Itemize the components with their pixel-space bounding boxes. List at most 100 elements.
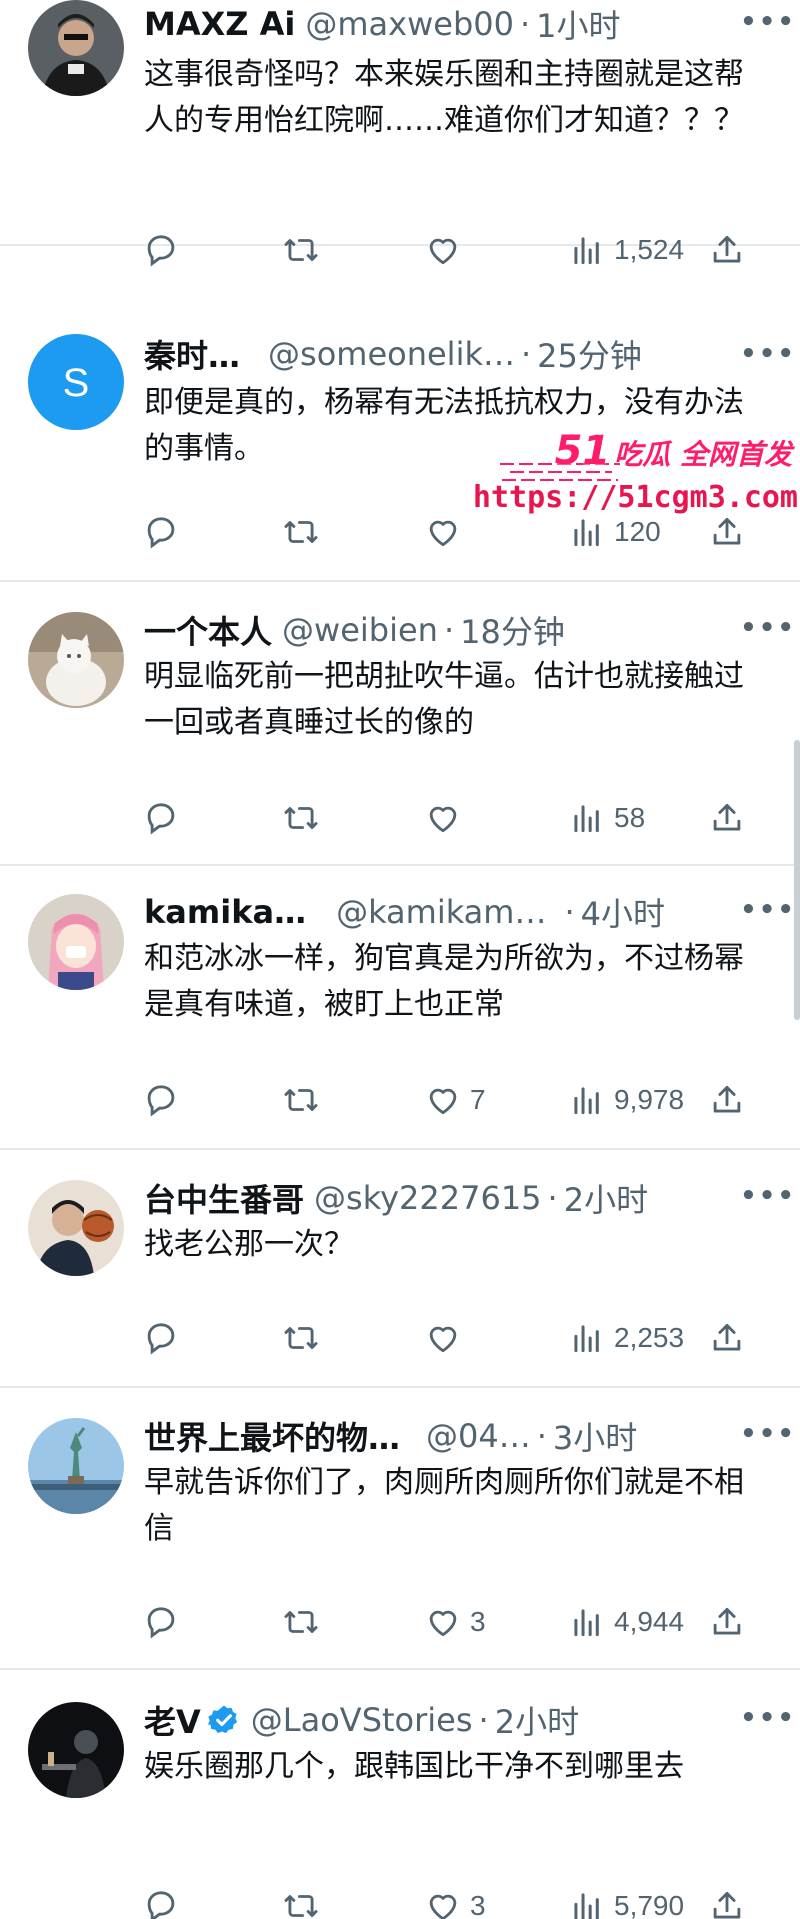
timestamp[interactable]: 2小时	[495, 1697, 579, 1743]
reply-button[interactable]	[142, 792, 180, 844]
views-button[interactable]: 4,944	[568, 1596, 684, 1648]
reply-button[interactable]	[142, 1596, 180, 1648]
avatar[interactable]	[28, 1180, 124, 1276]
display-name[interactable]: 台中生番哥	[144, 1175, 304, 1221]
more-icon[interactable]: •••	[740, 1696, 794, 1740]
views-button[interactable]: 2,253	[568, 1312, 684, 1364]
views-icon	[574, 805, 599, 833]
tweet[interactable]: kamika… @kamikam… · 4小时 ••• 和范冰冰一样，狗官真是为…	[0, 868, 800, 1150]
tweet-text: 早就告诉你们了，肉厕所肉厕所你们就是不相信	[144, 1465, 744, 1546]
share-button[interactable]	[708, 1596, 746, 1648]
more-icon[interactable]: •••	[740, 0, 794, 44]
display-name[interactable]: 老V	[144, 1697, 201, 1743]
retweet-button[interactable]	[282, 792, 320, 844]
retweet-button[interactable]	[282, 1074, 320, 1126]
avatar[interactable]	[28, 1702, 124, 1798]
display-name[interactable]: 秦时…	[144, 331, 240, 377]
timestamp[interactable]: 4小时	[581, 889, 665, 935]
tweet-header: MAXZ Ai @maxweb00 · 1小时	[144, 2, 780, 46]
tweet-feed-final: MAXZ Ai @maxweb00 · 1小时 ••• 这事很奇怪吗？本来娱乐圈…	[0, 0, 800, 1919]
tweet-text: 找老公那一次？	[144, 1227, 354, 1262]
reply-icon	[147, 1607, 175, 1639]
views-icon	[574, 1893, 599, 1919]
more-icon[interactable]: •••	[740, 1174, 794, 1218]
view-count: 2,253	[614, 1322, 685, 1353]
separator: ·	[478, 1701, 489, 1739]
timestamp[interactable]: 25分钟	[537, 331, 642, 377]
more-icon[interactable]: •••	[740, 332, 794, 376]
reply-icon	[147, 1323, 175, 1355]
handle[interactable]: @kamikam…	[336, 893, 546, 931]
reply-button[interactable]	[142, 1312, 180, 1364]
like-button[interactable]: 7	[424, 1074, 486, 1126]
timestamp[interactable]: 3小时	[553, 1413, 637, 1459]
retweet-button[interactable]	[282, 1596, 320, 1648]
like-button[interactable]: 3	[424, 1880, 486, 1919]
like-button[interactable]	[424, 1312, 470, 1364]
tweet[interactable]: S 秦时… @someonelik… · 25分钟 ••• 即便是真的，杨幂有无…	[0, 248, 800, 582]
like-button[interactable]	[424, 792, 470, 844]
tweet[interactable]: 世界上最坏的物… @04… · 3小时 ••• 早就告诉你们了，肉厕所肉厕所你们…	[0, 1390, 800, 1670]
more-icon[interactable]: •••	[740, 888, 794, 932]
avatar[interactable]	[28, 894, 124, 990]
display-name[interactable]: MAXZ Ai	[144, 5, 295, 43]
avatar[interactable]: S	[28, 334, 124, 430]
handle[interactable]: @weibien	[282, 611, 438, 649]
views-button[interactable]: 5,790	[568, 1880, 684, 1919]
share-button[interactable]	[708, 1312, 746, 1364]
retweet-button[interactable]	[282, 1312, 320, 1364]
reply-icon	[147, 1085, 175, 1117]
more-icon[interactable]: •••	[740, 606, 794, 650]
reply-button[interactable]	[142, 506, 180, 558]
reply-icon	[147, 517, 175, 549]
reply-button[interactable]	[142, 1880, 180, 1919]
tweet-header: 一个本人 @weibien · 18分钟	[144, 608, 780, 652]
watermark-brand: 51 吃瓜 全网首发	[554, 428, 792, 474]
share-button[interactable]	[708, 1074, 746, 1126]
display-name[interactable]: 世界上最坏的物…	[144, 1413, 400, 1459]
tweet-header: 台中生番哥 @sky2227615 · 2小时	[144, 1176, 780, 1220]
avatar[interactable]	[28, 612, 124, 708]
watermark-url: https://51cgm3.com	[472, 480, 798, 515]
view-count: 5,790	[614, 1890, 685, 1919]
retweet-button[interactable]	[282, 1880, 320, 1919]
action-bar: 3 4,944	[142, 1596, 762, 1648]
display-name[interactable]: 一个本人	[144, 607, 272, 653]
tweet-text: 这事很奇怪吗？本来娱乐圈和主持圈就是这帮人的专用怡红院啊……难道你们才知道？？？	[144, 57, 744, 138]
views-button[interactable]: 58	[568, 792, 645, 844]
handle[interactable]: @maxweb00	[305, 5, 514, 43]
tweet[interactable]: MAXZ Ai @maxweb00 · 1小时 ••• 这事很奇怪吗？本来娱乐圈…	[0, 0, 800, 267]
tweet[interactable]: 一个本人 @weibien · 18分钟 ••• 明显临死前一把胡扯吹牛逼。估计…	[0, 584, 800, 866]
tweet[interactable]: 台中生番哥 @sky2227615 · 2小时 ••• 找老公那一次？ 2,25…	[0, 1152, 800, 1388]
share-button[interactable]	[708, 792, 746, 844]
avatar[interactable]	[28, 0, 124, 96]
avatar[interactable]	[28, 1418, 124, 1514]
view-count: 58	[614, 802, 646, 833]
scrollbar[interactable]	[794, 740, 800, 1020]
timestamp[interactable]: 2小时	[564, 1175, 648, 1221]
reply-icon	[147, 1891, 175, 1919]
views-button[interactable]: 9,978	[568, 1074, 684, 1126]
handle[interactable]: @LaoVStories	[251, 1701, 473, 1739]
separator: ·	[547, 1179, 558, 1217]
display-name[interactable]: kamika…	[144, 893, 306, 931]
view-count: 4,944	[614, 1606, 685, 1637]
tweet-header: kamika… @kamikam… · 4小时	[144, 890, 780, 934]
separator: ·	[519, 5, 531, 43]
handle[interactable]: @04…	[426, 1417, 531, 1455]
action-bar: 7 9,978	[142, 1074, 762, 1126]
reply-button[interactable]	[142, 1074, 180, 1126]
like-button[interactable]: 3	[424, 1596, 486, 1648]
action-bar: 2,253	[142, 1312, 762, 1364]
retweet-icon	[284, 1895, 318, 1917]
handle[interactable]: @someonelik…	[268, 335, 515, 373]
tweet[interactable]: 老V @LaoVStories · 2小时 ••• 娱乐圈那几个，跟韩国比干净不…	[0, 1672, 800, 1919]
like-button[interactable]	[424, 506, 470, 558]
share-button[interactable]	[708, 1880, 746, 1919]
handle[interactable]: @sky2227615	[314, 1179, 542, 1217]
timestamp[interactable]: 18分钟	[460, 607, 565, 653]
action-bar: 58	[142, 792, 762, 844]
retweet-button[interactable]	[282, 506, 320, 558]
more-icon[interactable]: •••	[740, 1412, 794, 1456]
timestamp[interactable]: 1小时	[536, 1, 620, 47]
